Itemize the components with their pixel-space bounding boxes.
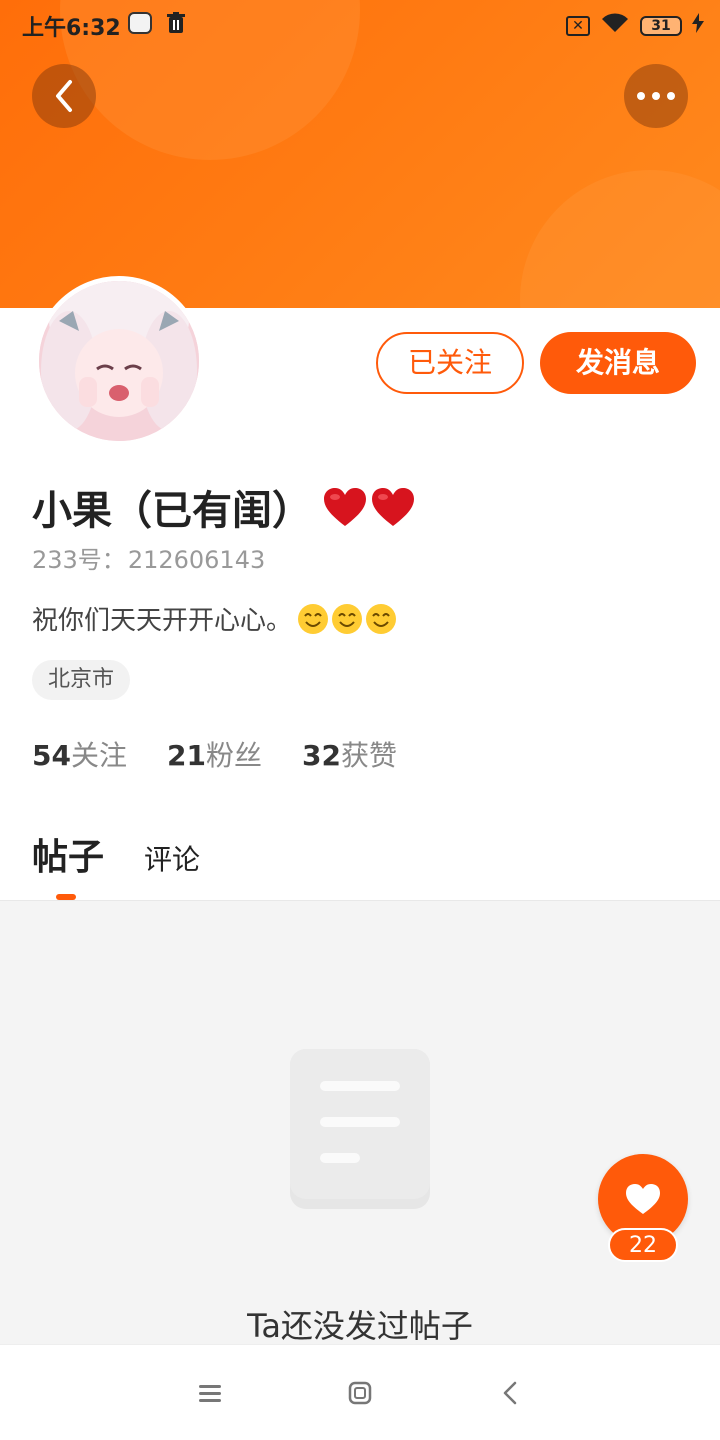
bio: 祝你们天天开开心心。 (32, 600, 398, 637)
back-arrow-icon (503, 1381, 517, 1405)
stat-likes[interactable]: 32获赞 (302, 734, 397, 774)
heart-icon (626, 1184, 660, 1214)
red-heart-icon (372, 488, 414, 526)
status-time: 上午6:32 (22, 16, 121, 41)
menu-icon (199, 1385, 221, 1402)
posts-list-empty: Ta还没发过帖子 (0, 900, 720, 1345)
anime-avatar-image (39, 281, 199, 441)
more-dots-icon (637, 92, 675, 100)
tab-posts[interactable]: 帖子 (32, 828, 105, 900)
empty-document-icon (290, 1049, 430, 1209)
username: 小果（已有闺） (32, 478, 416, 536)
hearts-emoji (322, 486, 416, 528)
profile-stats: 54关注 21粉丝 32获赞 (32, 734, 397, 774)
stat-label: 粉丝 (205, 739, 262, 772)
location-tag: 北京市 (32, 660, 131, 700)
battery-icon: 31 (640, 16, 682, 36)
user-id-label: 233号： (32, 546, 126, 574)
send-message-button[interactable]: 发消息 (540, 332, 696, 394)
more-options-button[interactable] (624, 64, 688, 128)
profile-tabs: 帖子 评论 (32, 828, 200, 900)
user-id-value: 212606143 (127, 546, 266, 574)
back-button[interactable] (32, 64, 96, 128)
stat-label: 获赞 (340, 739, 397, 772)
stat-following[interactable]: 54关注 (32, 734, 127, 774)
smile-emoji-icon (298, 603, 329, 634)
user-id: 233号：212606143 (32, 540, 267, 575)
wifi-icon (600, 12, 630, 40)
stat-label: 关注 (70, 739, 127, 772)
smile-emoji-icon (332, 603, 363, 634)
no-sim-icon: ✕ (566, 16, 590, 36)
notification-app-icon (128, 12, 152, 34)
followed-button[interactable]: 已关注 (376, 332, 524, 394)
home-square-icon (348, 1381, 372, 1405)
username-text: 小果（已有闺） (32, 488, 312, 534)
status-indicators: ✕ 31 (566, 12, 704, 40)
stat-value: 54 (32, 739, 71, 772)
system-back-button[interactable] (496, 1379, 524, 1407)
avatar[interactable] (34, 276, 204, 446)
red-heart-icon (324, 488, 366, 526)
smile-emojis (296, 602, 398, 636)
status-bar: 上午6:32 ✕ 31 (0, 0, 720, 48)
empty-state-text: Ta还没发过帖子 (247, 1307, 473, 1345)
bio-text: 祝你们天天开开心心。 (32, 606, 293, 636)
stat-followers[interactable]: 21粉丝 (167, 734, 262, 774)
tab-label: 帖子 (32, 837, 105, 878)
home-button[interactable] (346, 1379, 374, 1407)
stat-value: 32 (301, 739, 341, 772)
chevron-left-icon (56, 80, 72, 112)
like-count-badge: 22 (608, 1228, 678, 1262)
header-decor (520, 170, 720, 308)
trash-icon (166, 12, 186, 34)
tab-comments[interactable]: 评论 (144, 838, 200, 878)
charging-icon (692, 13, 704, 39)
system-nav-bar (0, 1344, 720, 1440)
stat-value: 21 (166, 739, 206, 772)
recent-apps-button[interactable] (196, 1379, 224, 1407)
smile-emoji-icon (366, 603, 397, 634)
